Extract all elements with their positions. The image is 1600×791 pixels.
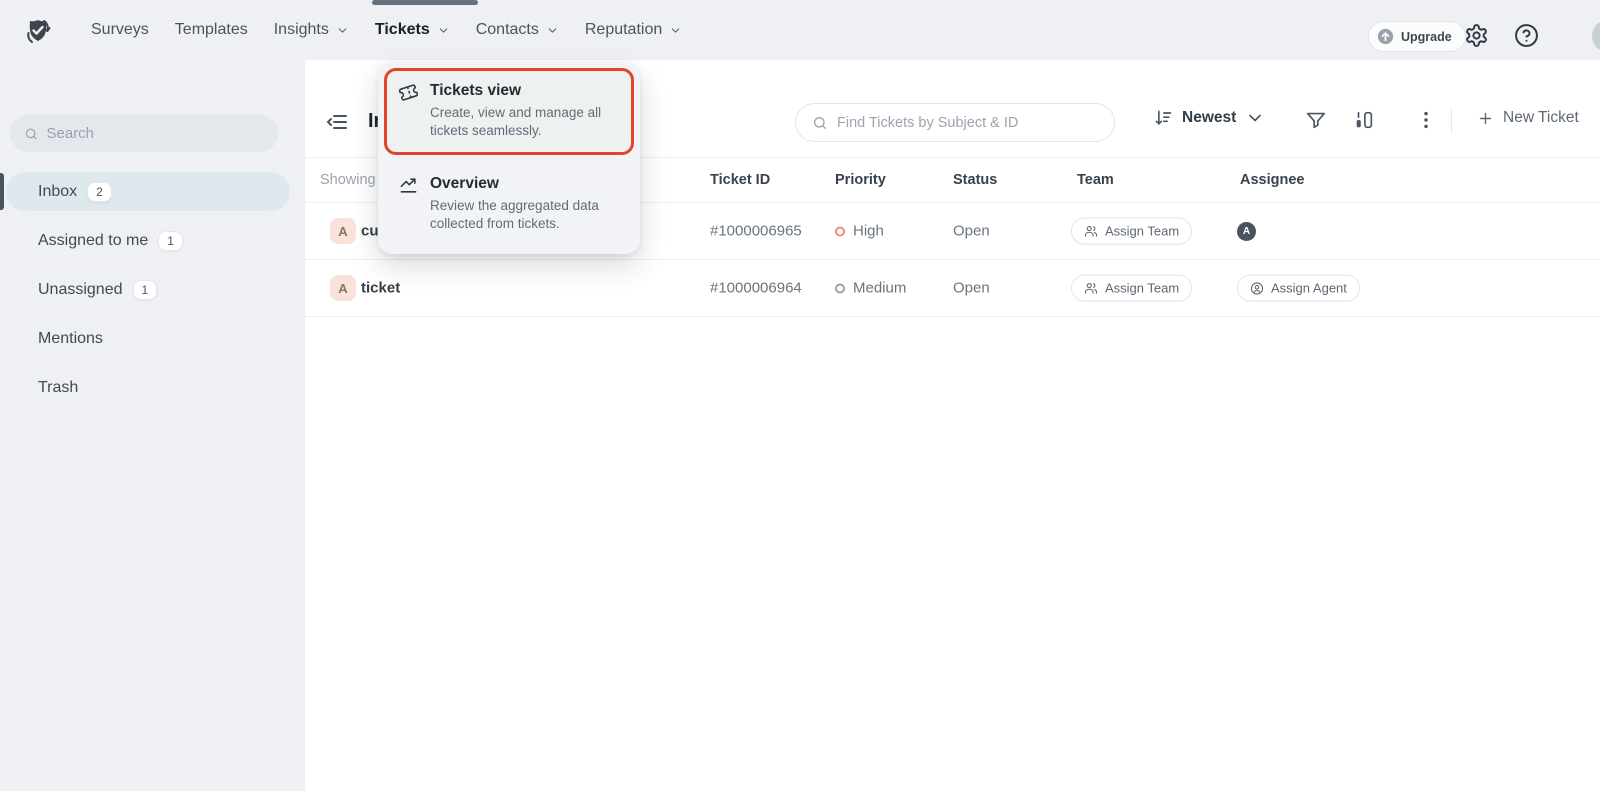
count-badge: 1 xyxy=(158,231,183,251)
sidebar-item[interactable]: Inbox 2 xyxy=(0,167,305,216)
priority-ring-icon xyxy=(835,283,845,293)
count-badge: 2 xyxy=(87,182,112,202)
menu-item-description: Create, view and manage all tickets seam… xyxy=(430,104,622,140)
count-badge: 1 xyxy=(133,280,158,300)
priority-ring-icon xyxy=(835,226,845,236)
chevron-down-icon xyxy=(669,24,682,37)
selected-indicator xyxy=(0,173,4,210)
ticket-subject: ticket xyxy=(361,280,400,297)
tickets-dropdown-menu: Tickets view Create, view and manage all… xyxy=(378,62,640,254)
menu-item-title: Overview xyxy=(430,175,622,193)
subject-avatar: A xyxy=(330,275,356,301)
assign-team-label: Assign Team xyxy=(1105,281,1179,296)
assign-team-label: Assign Team xyxy=(1105,224,1179,239)
menu-item[interactable]: Tickets view Create, view and manage all… xyxy=(384,68,634,155)
sort-label: Newest xyxy=(1182,109,1236,127)
priority-cell: High xyxy=(835,223,884,240)
column-header: Team xyxy=(1077,172,1114,188)
filter-funnel-icon[interactable] xyxy=(1305,109,1327,131)
search-icon xyxy=(24,126,39,142)
status-label: Open xyxy=(953,280,990,297)
sidebar-item[interactable]: Mentions xyxy=(0,314,305,363)
primary-nav: Surveys Templates Insights Tickets Conta… xyxy=(91,0,682,60)
menu-item-title: Tickets view xyxy=(430,82,622,100)
column-header: Status xyxy=(953,172,997,188)
topnav-item[interactable]: Contacts xyxy=(476,21,559,39)
topnav-item-label: Reputation xyxy=(585,21,662,39)
sidebar-item-label: Assigned to me xyxy=(38,232,148,250)
sidebar-item-label: Unassigned xyxy=(38,281,123,299)
priority-label: Medium xyxy=(853,280,906,297)
priority-cell: Medium xyxy=(835,280,906,297)
upgrade-arrow-icon xyxy=(1377,28,1394,45)
topnav-item[interactable]: Surveys xyxy=(91,21,149,39)
menu-item-description: Review the aggregated data collected fro… xyxy=(430,197,622,233)
team-users-icon xyxy=(1084,224,1098,238)
assignee-avatar[interactable]: A xyxy=(1237,222,1256,241)
topnav-item-label: Surveys xyxy=(91,21,149,39)
subject-avatar: A xyxy=(330,218,356,244)
upgrade-label: Upgrade xyxy=(1401,30,1452,44)
topnav-item-label: Contacts xyxy=(476,21,539,39)
ticket-id: #1000006965 xyxy=(710,223,802,240)
new-ticket-label: New Ticket xyxy=(1503,109,1579,127)
assign-team-button[interactable]: Assign Team xyxy=(1071,275,1192,302)
sidebar-nav-list: Inbox 2 Assigned to me 1 Unassigned 1 Me… xyxy=(0,167,305,412)
ticket-icon xyxy=(397,81,421,105)
columns-settings-icon[interactable] xyxy=(1353,109,1375,131)
chevron-down-icon xyxy=(1245,108,1265,128)
settings-gear-icon[interactable] xyxy=(1464,23,1489,48)
plus-icon xyxy=(1477,110,1494,127)
ticket-row[interactable]: A ticket #1000006964 Medium Open Assign … xyxy=(305,260,1600,317)
help-icon[interactable] xyxy=(1514,23,1539,48)
assign-agent-button[interactable]: Assign Agent xyxy=(1237,275,1360,302)
top-navigation-bar: Surveys Templates Insights Tickets Conta… xyxy=(0,0,1600,60)
topnav-item-label: Insights xyxy=(274,21,329,39)
ticket-search-input[interactable] xyxy=(837,115,1098,131)
sidebar: Inbox 2 Assigned to me 1 Unassigned 1 Me… xyxy=(0,60,305,791)
sort-descending-icon xyxy=(1153,108,1173,128)
agent-user-circle-icon xyxy=(1250,281,1264,295)
user-avatar[interactable] xyxy=(1592,20,1600,52)
assign-team-button[interactable]: Assign Team xyxy=(1071,218,1192,245)
trending-up-icon xyxy=(399,176,418,195)
app-window: Surveys Templates Insights Tickets Conta… xyxy=(0,0,1600,791)
assign-agent-label: Assign Agent xyxy=(1271,281,1347,296)
column-header: Priority xyxy=(835,172,886,188)
priority-label: High xyxy=(853,223,884,240)
sidebar-item-label: Trash xyxy=(38,379,78,397)
chevron-down-icon xyxy=(336,24,349,37)
sidebar-item[interactable]: Trash xyxy=(0,363,305,412)
new-ticket-button[interactable]: New Ticket xyxy=(1477,109,1579,127)
sidebar-search[interactable] xyxy=(10,115,278,152)
sidebar-item-label: Inbox xyxy=(38,183,77,201)
topnav-item[interactable]: Tickets xyxy=(375,21,450,39)
ticket-id: #1000006964 xyxy=(710,280,802,297)
chevron-down-icon xyxy=(546,24,559,37)
topnav-item[interactable]: Templates xyxy=(175,21,248,39)
brand-logo-icon[interactable] xyxy=(22,15,54,47)
status-label: Open xyxy=(953,223,990,240)
menu-item[interactable]: Overview Review the aggregated data coll… xyxy=(384,161,634,248)
collapse-sidebar-icon[interactable] xyxy=(325,110,349,134)
column-header: Assignee xyxy=(1240,172,1304,188)
more-options-kebab-icon[interactable] xyxy=(1415,109,1433,131)
upgrade-button[interactable]: Upgrade xyxy=(1368,21,1466,52)
showing-count-label: Showing xyxy=(320,172,376,188)
sidebar-search-input[interactable] xyxy=(47,125,265,142)
sidebar-item[interactable]: Unassigned 1 xyxy=(0,265,305,314)
sidebar-item-label: Mentions xyxy=(38,330,103,348)
topnav-item[interactable]: Insights xyxy=(274,21,349,39)
chevron-down-icon xyxy=(437,24,450,37)
ticket-search[interactable] xyxy=(795,103,1115,142)
topnav-item-label: Templates xyxy=(175,21,248,39)
team-users-icon xyxy=(1084,281,1098,295)
topnav-item[interactable]: Reputation xyxy=(585,21,682,39)
sort-dropdown[interactable]: Newest xyxy=(1153,108,1265,128)
topnav-item-label: Tickets xyxy=(375,21,430,39)
search-icon xyxy=(812,115,828,131)
sidebar-item[interactable]: Assigned to me 1 xyxy=(0,216,305,265)
column-header: Ticket ID xyxy=(710,172,770,188)
toolbar-divider xyxy=(1451,108,1452,133)
